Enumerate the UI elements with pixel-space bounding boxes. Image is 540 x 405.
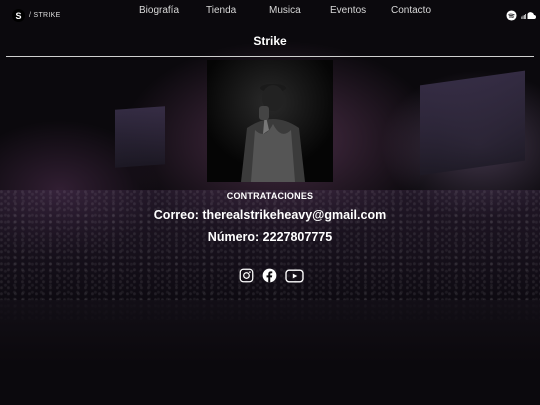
- title-divider: [6, 56, 534, 57]
- header-social-links: [506, 10, 536, 21]
- nav-item-tienda[interactable]: Tienda: [206, 5, 236, 16]
- spotify-icon[interactable]: [506, 10, 517, 21]
- nav-menu: Biografía Tienda Musica Eventos Contacto: [0, 5, 540, 19]
- booking-heading: CONTRATACIONES: [226, 191, 314, 201]
- contact-email[interactable]: Correo: therealstrikeheavy@gmail.com: [0, 208, 540, 222]
- facebook-icon[interactable]: [262, 268, 277, 283]
- artist-photo: [207, 60, 333, 182]
- soundcloud-icon[interactable]: [521, 11, 536, 20]
- nav-item-eventos[interactable]: Eventos: [330, 5, 366, 16]
- social-links: [239, 268, 304, 283]
- top-navigation: S / STRIKE Biografía Tienda Musica Event…: [0, 0, 540, 30]
- nav-item-musica[interactable]: Musica: [269, 5, 301, 16]
- instagram-icon[interactable]: [239, 268, 254, 283]
- youtube-icon[interactable]: [285, 269, 304, 283]
- contact-phone[interactable]: Número: 2227807775: [0, 230, 540, 244]
- nav-item-contacto[interactable]: Contacto: [391, 5, 431, 16]
- page-title: Strike: [253, 34, 287, 48]
- nav-item-biografia[interactable]: Biografía: [139, 5, 179, 16]
